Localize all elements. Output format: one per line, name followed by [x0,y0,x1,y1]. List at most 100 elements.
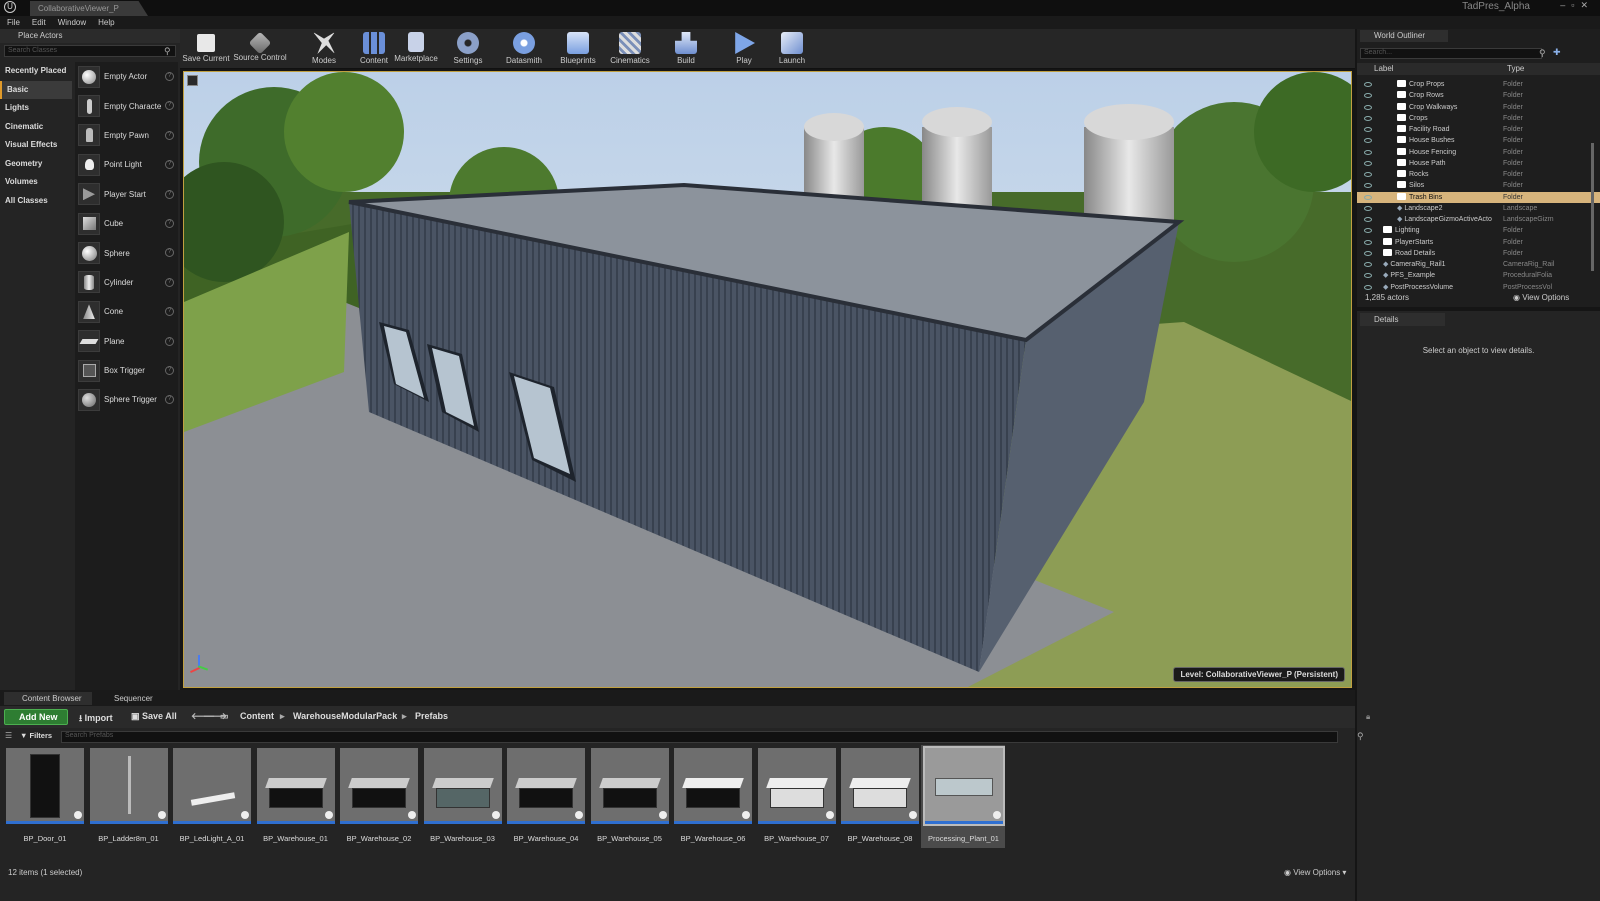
visibility-eye-icon[interactable] [1364,284,1372,290]
launch-button[interactable]: Launch [772,29,812,69]
outliner-search-input[interactable]: Search... [1360,48,1542,59]
lock-icon[interactable]: 🔒︎ [1366,712,1370,722]
place-actors-tab[interactable]: Place Actors [0,29,180,43]
outliner-row[interactable]: House Fencing Folder [1357,147,1600,158]
visibility-eye-icon[interactable] [1364,115,1372,121]
outliner-row[interactable]: Crop Walkways Folder [1357,102,1600,113]
asset-thumbnail[interactable] [340,748,418,824]
filters-dropdown[interactable]: ▼ Filters [20,731,56,742]
category-basic[interactable]: Basic [0,80,72,99]
datasmith-button[interactable]: Datasmith [502,29,546,69]
import-button[interactable]: ⭳ Import [79,711,113,727]
asset-thumbnail[interactable] [674,748,752,824]
outliner-view-options[interactable]: ◉ View Options [1513,293,1569,302]
outliner-row[interactable]: Trash Bins Folder [1357,191,1600,203]
visibility-eye-icon[interactable] [1364,205,1372,211]
visibility-eye-icon[interactable] [1364,194,1372,200]
marketplace-button[interactable]: Marketplace [394,29,438,69]
level-tab[interactable]: CollaborativeViewer_P [30,1,148,16]
category-all-classes[interactable]: All Classes [0,192,72,211]
visibility-eye-icon[interactable] [1364,262,1372,267]
actor-item[interactable]: Cube? [75,209,178,238]
column-label[interactable]: Label [1374,64,1394,73]
menu-file[interactable]: File [7,16,20,29]
cinematics-button[interactable]: Cinematics [606,29,654,69]
help-icon[interactable]: ? [165,160,174,170]
outliner-row[interactable]: ◆ Landscape2 Landscape [1357,203,1600,214]
actor-item[interactable]: Empty Characte? [75,91,178,120]
help-icon[interactable]: ? [165,277,174,287]
sources-toggle-icon[interactable]: ☰ [5,731,12,740]
help-icon[interactable]: ? [165,365,174,375]
actor-item[interactable]: Cylinder? [75,268,178,297]
asset-thumbnail[interactable] [841,748,919,824]
visibility-eye-icon[interactable] [1364,138,1372,144]
visibility-eye-icon[interactable] [1364,127,1372,132]
breadcrumb-content[interactable]: Content [240,711,274,721]
add-new-button[interactable]: Add New [4,709,68,725]
category-recently-placed[interactable]: Recently Placed [0,62,72,81]
asset-thumbnail[interactable] [256,748,335,824]
breadcrumb-prefabs[interactable]: Prefabs [415,711,448,721]
menu-help[interactable]: Help [98,16,114,29]
outliner-row[interactable]: Rocks Folder [1357,169,1600,180]
add-icon[interactable]: ✚ [1553,47,1561,58]
visibility-eye-icon[interactable] [1364,217,1372,222]
asset-thumbnail[interactable] [423,748,502,824]
outliner-row[interactable]: PlayerStarts Folder [1357,237,1600,248]
asset-thumbnail[interactable] [173,748,251,824]
visibility-eye-icon[interactable] [1364,228,1372,234]
outliner-row[interactable]: Crop Props Folder [1357,79,1600,90]
menu-edit[interactable]: Edit [32,16,46,29]
outliner-row[interactable]: Facility Road Folder [1357,124,1600,135]
modes-button[interactable]: Modes [302,29,346,69]
outliner-row[interactable]: Lighting Folder [1357,225,1600,236]
help-icon[interactable]: ? [165,189,174,199]
outliner-row[interactable]: Crop Rows Folder [1357,90,1600,101]
breadcrumb-warehouse[interactable]: WarehouseModularPack [293,711,397,721]
visibility-eye-icon[interactable] [1364,239,1372,245]
save-current-button[interactable]: Save Current [182,29,230,69]
search-prefabs-input[interactable]: Search Prefabs [61,731,1338,743]
outliner-row[interactable]: ◆ CameraRig_Rail1 CameraRig_Rail [1357,259,1600,270]
tab-content-browser[interactable]: Content Browser [4,692,92,705]
actor-item[interactable]: Plane? [75,327,178,356]
asset-thumbnail[interactable] [507,748,585,824]
category-volumes[interactable]: Volumes [0,173,72,192]
build-button[interactable]: Build [666,29,706,69]
blueprints-button[interactable]: Blueprints [554,29,602,69]
settings-button[interactable]: Settings [446,29,490,69]
outliner-row[interactable]: House Path Folder [1357,158,1600,169]
help-icon[interactable]: ? [165,130,174,140]
content-view-options[interactable]: ◉ View Options ▾ [1284,868,1346,877]
outliner-row[interactable]: Silos Folder [1357,180,1600,191]
asset-thumbnail[interactable] [6,748,84,824]
source-control-button[interactable]: Source Control [232,29,288,69]
help-icon[interactable]: ? [165,395,174,405]
actor-item[interactable]: Sphere Trigger? [75,385,178,414]
asset-thumbnail[interactable] [590,748,669,824]
actor-item[interactable]: Cone? [75,297,178,326]
help-icon[interactable]: ? [165,307,174,317]
play-button[interactable]: Play [726,29,762,69]
category-lights[interactable]: Lights [0,99,72,118]
visibility-eye-icon[interactable] [1364,172,1372,177]
actor-item[interactable]: Empty Pawn? [75,121,178,150]
category-visual-effects[interactable]: Visual Effects [0,136,72,155]
viewport-menu-icon[interactable] [187,75,198,86]
visibility-eye-icon[interactable] [1364,160,1372,166]
visibility-eye-icon[interactable] [1364,82,1372,87]
column-type[interactable]: Type [1507,64,1524,73]
visibility-eye-icon[interactable] [1364,250,1372,256]
outliner-row[interactable]: Crops Folder [1357,113,1600,124]
visibility-eye-icon[interactable] [1364,104,1372,110]
asset-thumbnail[interactable] [89,748,168,824]
content-button[interactable]: Content [354,29,394,69]
visibility-eye-icon[interactable] [1364,273,1372,279]
window-controls[interactable]: –▫✕ [1560,0,1594,11]
level-viewport[interactable]: Level: CollaborativeViewer_P (Persistent… [183,71,1352,688]
help-icon[interactable]: ? [165,218,174,228]
visibility-eye-icon[interactable] [1364,149,1372,155]
actor-item[interactable]: Empty Actor? [75,62,178,91]
visibility-eye-icon[interactable] [1364,93,1372,99]
